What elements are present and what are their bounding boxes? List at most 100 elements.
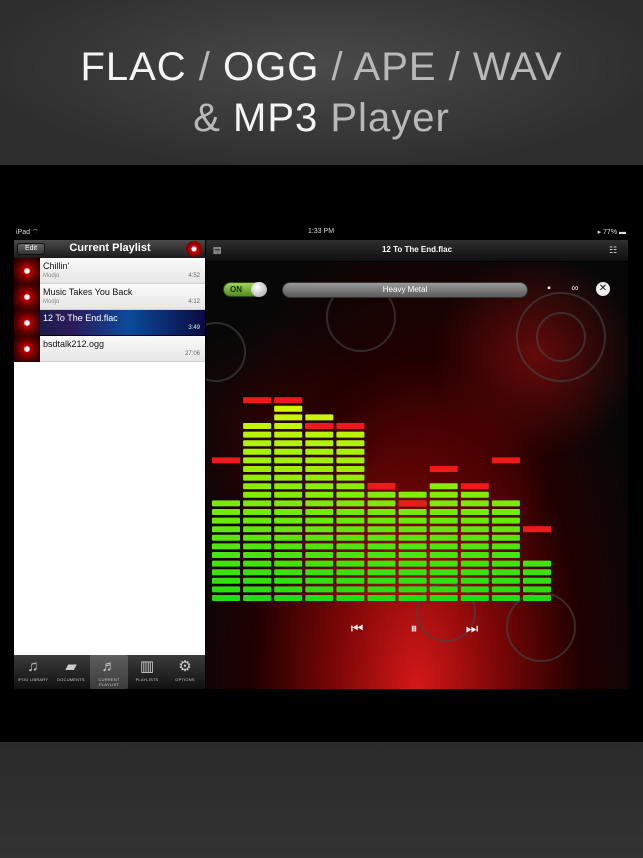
- promo-line2-part: Player: [318, 96, 450, 140]
- eq-bar-segment: [398, 543, 427, 550]
- eq-bar-segment: [243, 491, 272, 498]
- promo-line2-part: MP3: [233, 96, 319, 140]
- eq-bar-segment: [274, 457, 303, 464]
- eq-bar-segment: [274, 560, 303, 567]
- track-title: Music Takes You Back: [43, 287, 133, 297]
- eq-bar-segment: [336, 500, 365, 507]
- eq-bar-segment: [305, 586, 334, 593]
- eq-bar-segment: [429, 595, 458, 601]
- tab-label: OPTIONS: [175, 677, 195, 682]
- track-artist: Modjo: [43, 273, 60, 279]
- eq-peak-marker: [367, 483, 396, 490]
- playlist-track-row[interactable]: Music Takes You Back Modjo 4:12: [14, 284, 205, 310]
- promo-line2-part: &: [193, 96, 234, 140]
- eq-bar-segment: [274, 509, 303, 515]
- eq-bar-segment: [243, 431, 272, 438]
- eq-bar-segment: [274, 483, 303, 490]
- eq-bar-segment: [274, 491, 303, 498]
- tab-current-playlist[interactable]: ♬ CURRENT PLAYLIST: [90, 655, 128, 689]
- previous-button[interactable]: ⏮: [347, 620, 367, 637]
- eq-bar-segment: [336, 483, 365, 490]
- tab-playlists[interactable]: ▥ PLAYLISTS: [128, 655, 166, 689]
- eq-bar-segment: [305, 543, 334, 550]
- track-title: Chillin': [43, 261, 70, 271]
- eq-bar-segment: [336, 466, 365, 472]
- eq-bar-segment: [491, 543, 520, 550]
- eq-bar-segment: [305, 560, 334, 567]
- close-icon[interactable]: ✕: [596, 282, 610, 296]
- eq-bar-segment: [460, 491, 489, 498]
- eq-bar-segment: [336, 517, 365, 524]
- eq-bar-segment: [274, 440, 303, 447]
- tab-ipod-library[interactable]: ♫ IPOD LIBRARY: [14, 655, 52, 689]
- eq-bar-segment: [243, 423, 272, 429]
- eq-bar-segment: [274, 431, 303, 438]
- eq-bar-segment: [274, 595, 303, 601]
- next-button[interactable]: ⏭: [462, 620, 482, 637]
- eq-bar-segment: [367, 595, 396, 601]
- eq-bar-segment: [212, 595, 240, 601]
- playlist-title: Current Playlist: [69, 242, 151, 254]
- eq-bar-segment: [460, 534, 489, 541]
- track-artist: Modjo: [43, 299, 60, 305]
- gears-icon: ⚙: [178, 658, 192, 675]
- track-duration: 3:49: [188, 325, 200, 331]
- eq-bar-segment: [460, 517, 489, 524]
- eq-bar-segment: [367, 526, 396, 533]
- eq-bar-segment: [212, 534, 240, 541]
- tab-options[interactable]: ⚙ OPTIONS: [166, 655, 204, 689]
- eq-bar-segment: [305, 466, 334, 472]
- eq-bar-segment: [367, 586, 396, 593]
- eq-bar-segment: [367, 577, 396, 584]
- ipad-screen: iPad ⌔ 1:33 PM ▸ 77% ▬ Edit Current Play…: [0, 165, 643, 742]
- promo-line1-part: FLAC: [80, 45, 187, 89]
- link-icon[interactable]: ∞: [568, 282, 582, 296]
- eq-bar-segment: [243, 509, 272, 515]
- eq-peak-marker: [429, 466, 458, 472]
- eq-bar-segment: [212, 517, 240, 524]
- eq-bar-segment: [212, 543, 240, 550]
- eq-bar-segment: [398, 509, 427, 515]
- tab-documents[interactable]: ▰ DOCUMENTS: [52, 655, 90, 689]
- eq-bar-segment: [398, 560, 427, 567]
- pause-button[interactable]: ⏸: [404, 620, 424, 637]
- eq-bar-segment: [398, 586, 427, 593]
- app-logo-icon[interactable]: [186, 241, 202, 257]
- eq-bar-segment: [460, 577, 489, 584]
- playlist-track-row[interactable]: Chillin' Modjo 4:52: [14, 258, 205, 284]
- eq-bar-segment: [243, 569, 272, 576]
- equalizer-settings-icon[interactable]: ☷: [606, 245, 620, 257]
- eq-bar-segment: [491, 534, 520, 541]
- save-icon[interactable]: ▪: [542, 282, 556, 296]
- eq-bar-segment: [429, 534, 458, 541]
- eq-peak-marker: [523, 526, 551, 533]
- eq-bar-segment: [460, 526, 489, 533]
- playlist-icon: ♬: [101, 658, 117, 675]
- track-artwork: [14, 258, 40, 284]
- eq-bar-segment: [491, 595, 520, 601]
- eq-bar-segment: [274, 414, 303, 421]
- track-duration: 4:12: [188, 299, 200, 305]
- tab-label: CURRENT PLAYLIST: [98, 677, 120, 687]
- eq-peak-marker: [305, 423, 334, 429]
- eq-bar-segment: [274, 466, 303, 472]
- eq-bar-segment: [398, 491, 427, 498]
- edit-button[interactable]: Edit: [17, 243, 45, 255]
- promo-line1-part: OGG: [223, 45, 320, 89]
- eq-bar-segment: [336, 509, 365, 515]
- eq-bar-segment: [460, 509, 489, 515]
- eq-preset-selector[interactable]: Heavy Metal: [282, 282, 528, 298]
- eq-bar-segment: [212, 586, 240, 593]
- eq-bar-segment: [305, 569, 334, 576]
- eq-peak-marker: [243, 397, 272, 404]
- eq-bar-segment: [367, 560, 396, 567]
- eq-peak-marker: [336, 423, 365, 429]
- eq-bar-segment: [305, 474, 334, 481]
- tab-bar: ♫ IPOD LIBRARY ▰ DOCUMENTS ♬ CURRENT PLAYLIST…: [14, 655, 205, 689]
- eq-bar-segment: [336, 431, 365, 438]
- now-playing-title: 12 To The End.flac: [381, 245, 453, 254]
- playlist-track-row[interactable]: bsdtalk212.ogg 27:06: [14, 336, 205, 362]
- eq-bar-segment: [274, 543, 303, 550]
- eq-toggle[interactable]: ON: [223, 282, 267, 297]
- playlist-track-row[interactable]: 12 To The End.flac 3:49: [14, 310, 205, 336]
